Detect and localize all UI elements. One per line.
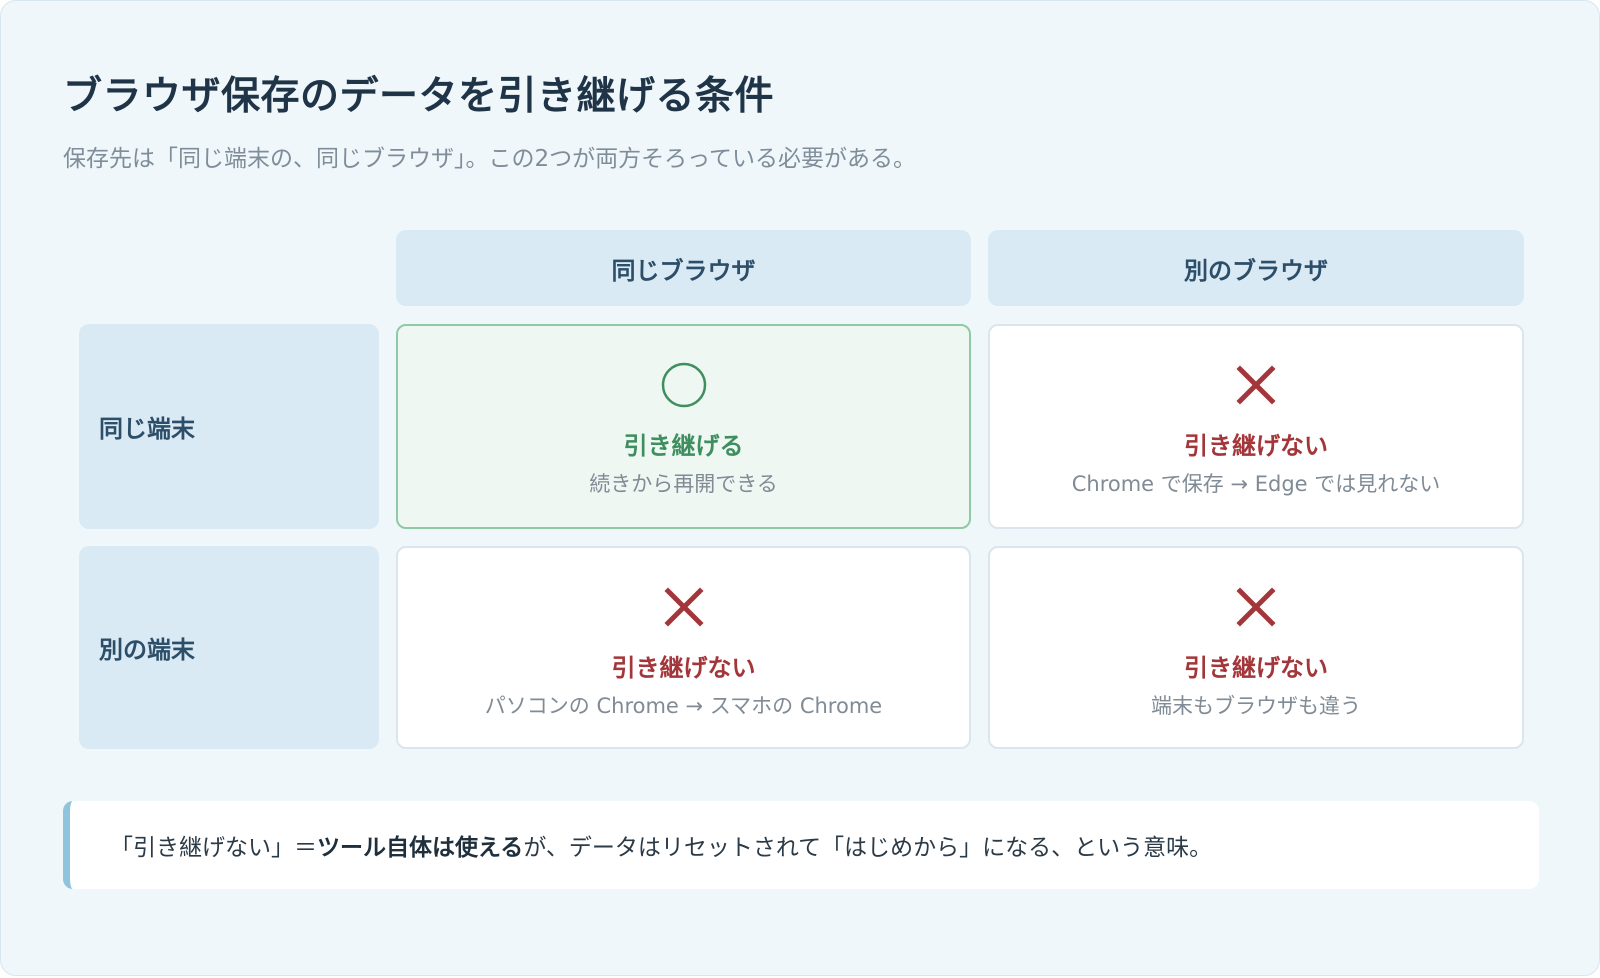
verdict-description: 続きから再開できる (589, 472, 778, 496)
column-header-other-browser: 別のブラウザ (988, 230, 1524, 306)
row-header-other-device: 別の端末 (79, 546, 379, 749)
cell-same-device-other-browser: 引き継げない Chrome で保存 → Edge では見れない (988, 324, 1524, 529)
cell-other-device-same-browser: 引き継げない パソコンの Chrome → スマホの Chrome (396, 546, 971, 749)
explanation-note: 「引き継げない」＝ ツール自体は使える が、データはリセットされて「はじめから」に… (63, 801, 1539, 889)
note-suffix: が、データはリセットされて「はじめから」になる、という意味。 (523, 835, 1213, 861)
cross-icon (1236, 587, 1276, 627)
verdict-description: Chrome で保存 → Edge では見れない (1071, 472, 1441, 496)
verdict-label: 引き継げない (1184, 654, 1328, 682)
row-header-same-device: 同じ端末 (79, 324, 379, 529)
cross-icon (1236, 365, 1276, 405)
page-subtitle: 保存先は「同じ端末の、同じブラウザ」。この2つが両方そろっている必要がある。 (63, 146, 916, 172)
condition-card: ブラウザ保存のデータを引き継げる条件 保存先は「同じ端末の、同じブラウザ」。この… (0, 0, 1600, 976)
circle-icon (661, 362, 706, 408)
page-title: ブラウザ保存のデータを引き継げる条件 (63, 74, 775, 119)
note-prefix: 「引き継げない」＝ (110, 835, 317, 861)
column-header-same-browser: 同じブラウザ (396, 230, 971, 306)
cell-same-device-same-browser: 引き継げる 続きから再開できる (396, 324, 971, 529)
cross-icon (663, 587, 704, 627)
note-emphasis: ツール自体は使える (317, 835, 524, 861)
cell-other-device-other-browser: 引き継げない 端末もブラウザも違う (988, 546, 1524, 749)
verdict-description: パソコンの Chrome → スマホの Chrome (484, 694, 883, 718)
verdict-label: 引き継げない (1184, 432, 1328, 460)
verdict-label: 引き継げない (611, 654, 756, 682)
verdict-description: 端末もブラウザも違う (1151, 694, 1361, 718)
verdict-label: 引き継げる (623, 432, 744, 460)
